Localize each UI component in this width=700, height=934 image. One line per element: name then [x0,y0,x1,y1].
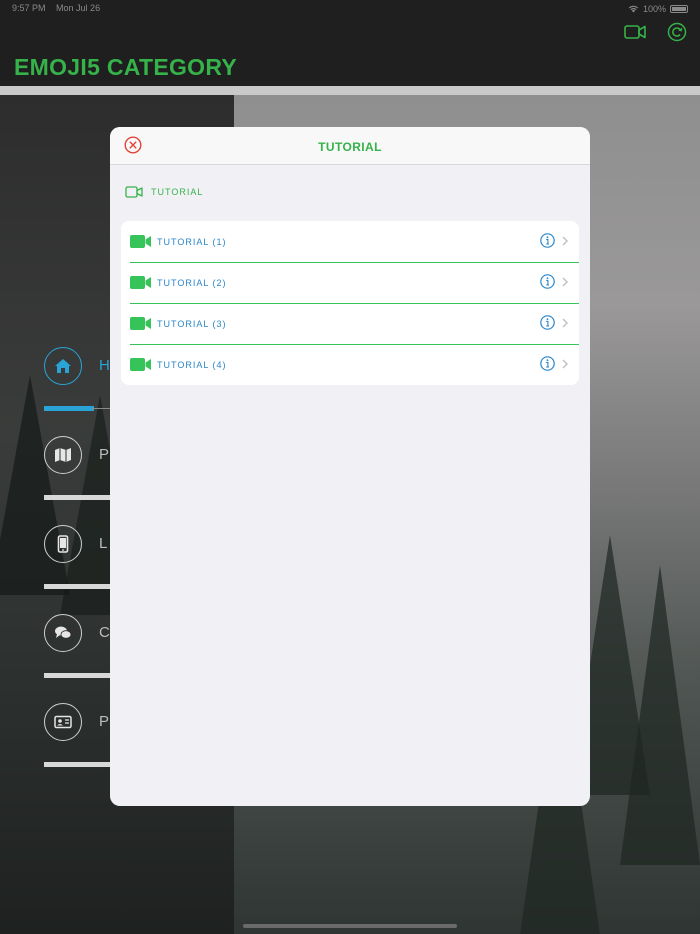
battery-icon [670,5,688,13]
menu-icon-circle [44,525,82,563]
menu-icon-circle [44,703,82,741]
id-card-icon [54,715,72,729]
chat-icon [55,626,72,639]
info-icon[interactable] [540,274,555,289]
tutorial-modal: TUTORIAL TUTORIAL TUTORIAL (1) TUTORIAL … [110,127,590,806]
info-icon[interactable] [540,233,555,248]
modal-header: TUTORIAL [110,127,590,165]
menu-underline [44,584,110,589]
home-indicator[interactable] [243,924,457,928]
video-camera-icon [130,317,151,330]
menu-label: L [99,535,108,552]
modal-title: TUTORIAL [318,140,382,154]
video-camera-icon [130,235,151,248]
menu-underline [44,673,110,678]
video-camera-icon [125,186,143,198]
list-item-label: TUTORIAL (1) [157,236,227,247]
battery-percent: 100% [642,4,666,14]
list-item[interactable]: TUTORIAL (4) [121,344,579,385]
list-item[interactable]: TUTORIAL (3) [121,303,579,344]
section-header: TUTORIAL [125,185,203,199]
video-camera-icon [130,358,151,371]
menu-underline [44,495,110,500]
status-time: 9:57 PM [12,3,46,13]
menu-icon-circle [44,436,82,474]
chevron-right-icon [562,318,569,328]
refresh-icon[interactable] [666,22,688,42]
menu-label: P [99,446,110,463]
video-camera-icon [130,276,151,289]
video-camera-icon[interactable] [624,22,646,42]
menu-label: P [99,713,110,730]
menu-icon-circle [44,614,82,652]
app-bar: 9:57 PM Mon Jul 26 100% EMOJI5 CATEGORY [0,0,700,86]
header-divider [0,86,700,95]
list-item-label: TUTORIAL (4) [157,359,227,370]
menu-underline [44,406,94,411]
list-item-label: TUTORIAL (2) [157,277,227,288]
phone-icon [57,535,69,553]
menu-label: C [99,624,110,641]
app-title: EMOJI5 CATEGORY [14,54,238,80]
menu-label: H [99,357,110,374]
status-date: Mon Jul 26 [56,3,101,13]
chevron-right-icon [562,236,569,246]
list-item-label: TUTORIAL (3) [157,318,227,329]
info-icon[interactable] [540,356,555,371]
status-bar: 9:57 PM Mon Jul 26 100% [12,3,688,15]
menu-underline [44,762,110,767]
chevron-right-icon [562,277,569,287]
menu-icon-circle [44,347,82,385]
list-item[interactable]: TUTORIAL (1) [121,221,579,262]
wifi-icon [628,5,639,13]
home-icon [55,359,71,373]
info-icon[interactable] [540,315,555,330]
map-icon [55,448,71,462]
section-label: TUTORIAL [151,187,204,197]
list-item[interactable]: TUTORIAL (2) [121,262,579,303]
tutorial-list: TUTORIAL (1) TUTORIAL (2) TUTORIAL (3) T… [121,221,579,385]
chevron-right-icon [562,359,569,369]
